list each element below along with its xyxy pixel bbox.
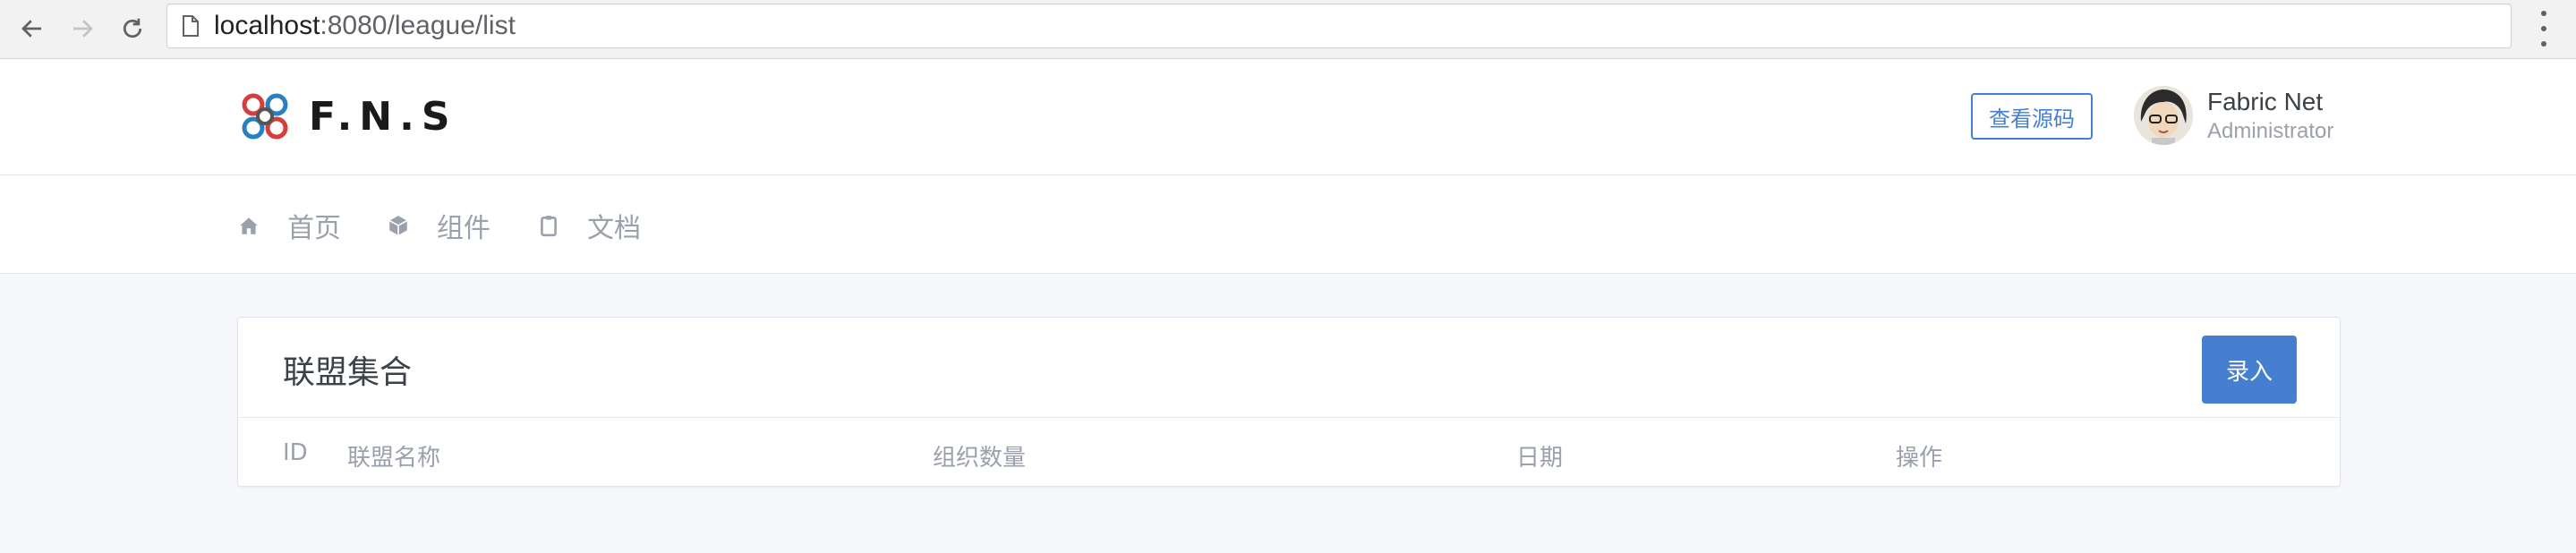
reload-button[interactable] <box>113 9 152 48</box>
column-header-date: 日期 <box>1516 445 1564 472</box>
nav-tab-label: 首页 <box>287 213 341 244</box>
back-button[interactable] <box>13 9 52 48</box>
column-header-league-name: 联盟名称 <box>347 445 441 472</box>
logo-text: F.N.S <box>309 93 457 140</box>
view-source-button[interactable]: 查看源码 <box>1971 93 2093 140</box>
home-icon <box>240 217 258 234</box>
url-host: localhost <box>214 11 320 40</box>
column-header-id: ID <box>283 439 308 466</box>
clipboard-icon <box>541 216 557 237</box>
nav-tab-label: 组件 <box>437 213 490 244</box>
user-role: Administrator <box>2207 119 2334 143</box>
card-title: 联盟集合 <box>283 354 413 391</box>
forward-button[interactable] <box>63 9 102 48</box>
nav-tab-home[interactable]: 首页 <box>237 206 341 245</box>
logo[interactable]: F.N.S <box>237 89 457 144</box>
avatar <box>2134 86 2193 145</box>
cube-icon <box>388 216 408 235</box>
user-name: Fabric Net <box>2207 88 2324 115</box>
column-header-org-count: 组织数量 <box>933 445 1027 472</box>
main-nav: 首页 组件 文档 <box>0 175 2576 274</box>
url-text: localhost:8080/league/list <box>214 11 516 41</box>
nav-tab-components[interactable]: 组件 <box>387 206 490 245</box>
reload-icon <box>123 18 142 38</box>
site-header: F.N.S 查看源码 Fabric Net Administrator <box>0 59 2576 175</box>
address-bar[interactable]: localhost:8080/league/list <box>166 4 2512 48</box>
user-info: Fabric Net Administrator <box>2207 86 2333 145</box>
browser-toolbar: localhost:8080/league/list <box>0 0 2576 59</box>
card-header: 联盟集合 录入 <box>238 318 2340 418</box>
nav-tab-docs[interactable]: 文档 <box>537 206 641 245</box>
arrow-right-icon <box>73 20 93 38</box>
arrow-left-icon <box>21 20 41 38</box>
column-header-actions: 操作 <box>1896 445 1943 472</box>
nav-tab-label: 文档 <box>587 213 641 244</box>
browser-menu-icon[interactable] <box>2538 11 2549 47</box>
url-path: :8080/league/list <box>320 11 516 40</box>
page-icon <box>183 15 199 37</box>
user-menu[interactable]: Fabric Net Administrator <box>2134 86 2333 145</box>
entry-button[interactable]: 录入 <box>2202 336 2297 404</box>
league-list-card: 联盟集合 录入 ID 联盟名称 组织数量 日期 操作 <box>237 317 2341 487</box>
logo-icon <box>242 93 288 140</box>
